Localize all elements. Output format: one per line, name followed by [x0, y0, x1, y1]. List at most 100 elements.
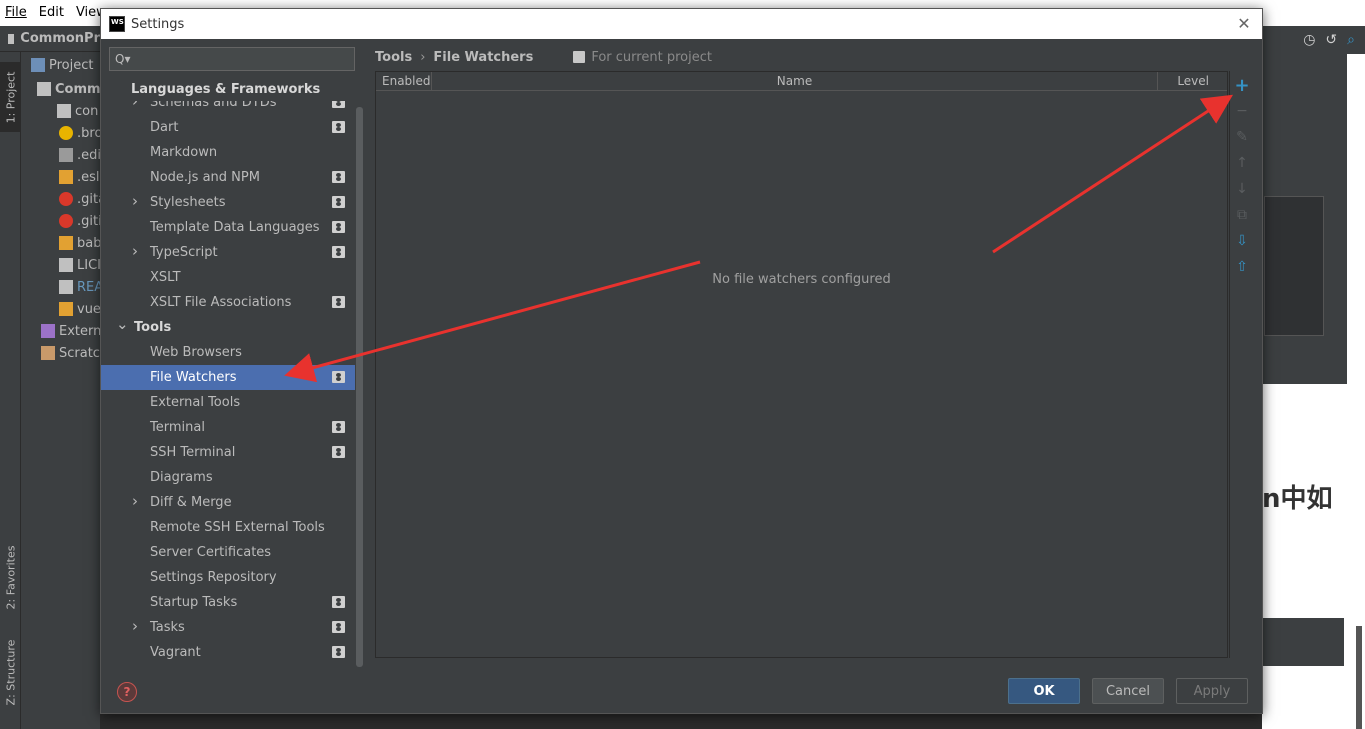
- settings-tree-item[interactable]: File Watchers: [101, 365, 355, 390]
- project-tree-item-label: .esli: [77, 169, 100, 185]
- export-icon[interactable]: ⇧: [1234, 259, 1250, 275]
- chevron-right-icon[interactable]: ›: [132, 492, 138, 510]
- project-tool-tab[interactable]: 1: Project: [0, 62, 21, 132]
- copy-icon[interactable]: ⧉: [1234, 207, 1250, 223]
- project-tree-item[interactable]: Extern: [21, 320, 100, 342]
- ok-button[interactable]: OK: [1008, 678, 1080, 704]
- project-tree-item[interactable]: bab: [21, 232, 100, 254]
- project-tree-item[interactable]: .edi: [21, 144, 100, 166]
- settings-tree-item[interactable]: Vagrant: [101, 640, 355, 665]
- project-panel-header: Project: [21, 52, 100, 78]
- settings-search-input[interactable]: Q▾: [109, 47, 355, 71]
- project-tree-item[interactable]: LICI: [21, 254, 100, 276]
- add-icon[interactable]: +: [1234, 75, 1250, 96]
- project-tree-item[interactable]: con: [21, 100, 100, 122]
- help-button[interactable]: ?: [117, 682, 137, 702]
- settings-tree-item-label: Node.js and NPM: [150, 170, 260, 185]
- project-level-icon: [332, 621, 345, 633]
- settings-tree-item[interactable]: › Diff & Merge: [101, 490, 355, 515]
- settings-tree-item-label: Tasks: [150, 620, 185, 635]
- folder-icon: [57, 104, 71, 118]
- menu-edit[interactable]: Edit: [39, 0, 64, 26]
- webstorm-logo-icon: WS: [109, 16, 125, 32]
- settings-tree-item[interactable]: Node.js and NPM: [101, 165, 355, 190]
- column-enabled[interactable]: Enabled: [376, 72, 432, 91]
- help-icon: ?: [123, 685, 131, 699]
- settings-tree-item[interactable]: XSLT File Associations: [101, 290, 355, 315]
- settings-tree: Languages & Frameworks › Schemas and DTDs…: [101, 77, 363, 667]
- settings-tree-item[interactable]: Remote SSH External Tools: [101, 515, 355, 540]
- history-icon[interactable]: ◷: [1303, 32, 1315, 48]
- search-everywhere-icon[interactable]: ⌕: [1347, 32, 1355, 48]
- remove-icon[interactable]: −: [1234, 103, 1250, 119]
- settings-tree-item[interactable]: SSH Terminal: [101, 440, 355, 465]
- dialog-title: Settings: [131, 16, 185, 32]
- js-icon: [59, 236, 73, 250]
- settings-tree-item-label: External Tools: [150, 395, 241, 410]
- settings-tree-item[interactable]: Settings Repository: [101, 565, 355, 590]
- settings-tree-item[interactable]: Web Browsers: [101, 340, 355, 365]
- settings-tree-item-label: Diff & Merge: [150, 495, 232, 510]
- edit-icon[interactable]: ✎: [1234, 129, 1250, 145]
- import-icon[interactable]: ⇩: [1234, 233, 1250, 249]
- settings-tree-item[interactable]: Diagrams: [101, 465, 355, 490]
- tree-scrollbar-thumb[interactable]: [356, 107, 363, 667]
- settings-tree-item-label: Settings Repository: [150, 570, 277, 585]
- project-tree: Comm con .bro .edi .esli .gita .giti bab LICI REA…: [21, 78, 100, 364]
- menu-file[interactable]: File: [5, 0, 27, 26]
- project-name[interactable]: CommonPr: [20, 31, 100, 46]
- chevron-right-icon[interactable]: ›: [132, 617, 138, 635]
- settings-tree-item[interactable]: XSLT: [101, 265, 355, 290]
- project-scope-icon: [573, 51, 586, 63]
- settings-dialog: WS Settings ✕ Q▾ Languages & Frameworks …: [100, 8, 1263, 714]
- move-up-icon[interactable]: ↑: [1234, 155, 1250, 171]
- project-tree-item-label: .bro: [77, 125, 100, 141]
- git-icon: [59, 214, 73, 228]
- project-tree-item[interactable]: .gita: [21, 188, 100, 210]
- close-button[interactable]: ✕: [1234, 13, 1254, 33]
- settings-tree-item[interactable]: External Tools: [101, 390, 355, 415]
- search-icon: Q▾: [115, 52, 131, 66]
- git-icon: [59, 192, 73, 206]
- settings-tree-item[interactable]: Template Data Languages: [101, 215, 355, 240]
- breadcrumb: Tools › File Watchers For current projec…: [375, 47, 712, 67]
- dialog-titlebar[interactable]: WS Settings ✕: [101, 9, 1262, 39]
- column-level[interactable]: Level: [1158, 72, 1227, 91]
- project-tree-item[interactable]: .giti: [21, 210, 100, 232]
- right-text: n中如: [1262, 484, 1333, 514]
- move-down-icon[interactable]: ↓: [1234, 181, 1250, 197]
- chevron-right-icon[interactable]: ›: [132, 192, 138, 210]
- settings-tree-item[interactable]: Server Certificates: [101, 540, 355, 565]
- project-tree-item-label: LICI: [77, 257, 100, 273]
- settings-tree-item[interactable]: › Tasks: [101, 615, 355, 640]
- tree-sticky-header[interactable]: Languages & Frameworks: [101, 79, 363, 101]
- project-panel-title: Project: [49, 57, 94, 73]
- settings-tree-item[interactable]: Terminal: [101, 415, 355, 440]
- settings-tree-item[interactable]: › TypeScript: [101, 240, 355, 265]
- revert-icon[interactable]: ↺: [1325, 32, 1337, 48]
- cancel-button[interactable]: Cancel: [1092, 678, 1164, 704]
- project-tree-item[interactable]: REA: [21, 276, 100, 298]
- apply-button[interactable]: Apply: [1176, 678, 1248, 704]
- project-tree-item[interactable]: vue: [21, 298, 100, 320]
- structure-tool-tab[interactable]: Z: Structure: [0, 632, 21, 712]
- favorites-tool-tab[interactable]: 2: Favorites: [0, 537, 21, 617]
- project-tree-item[interactable]: .esli: [21, 166, 100, 188]
- settings-tree-item[interactable]: Dart: [101, 115, 355, 140]
- project-tree-item[interactable]: Comm: [21, 78, 100, 100]
- project-tree-item[interactable]: .bro: [21, 122, 100, 144]
- ide-right-area: n中如: [1262, 26, 1365, 729]
- right-scrollbar[interactable]: [1356, 626, 1362, 729]
- file-watchers-table[interactable]: Enabled Name Level No file watchers conf…: [375, 71, 1228, 658]
- tree-scrollbar[interactable]: [356, 77, 363, 667]
- settings-tree-item[interactable]: › Stylesheets: [101, 190, 355, 215]
- settings-tree-item[interactable]: ⌄ Tools: [101, 315, 355, 340]
- column-name[interactable]: Name: [432, 72, 1158, 91]
- chevron-right-icon[interactable]: ›: [132, 242, 138, 260]
- chevron-down-icon[interactable]: ⌄: [116, 315, 129, 333]
- project-tree-item[interactable]: Scratc: [21, 342, 100, 364]
- settings-tree-item[interactable]: Startup Tasks: [101, 590, 355, 615]
- settings-tree-item-label: XSLT: [150, 270, 181, 285]
- settings-tree-item[interactable]: Markdown: [101, 140, 355, 165]
- project-level-icon: [332, 196, 345, 208]
